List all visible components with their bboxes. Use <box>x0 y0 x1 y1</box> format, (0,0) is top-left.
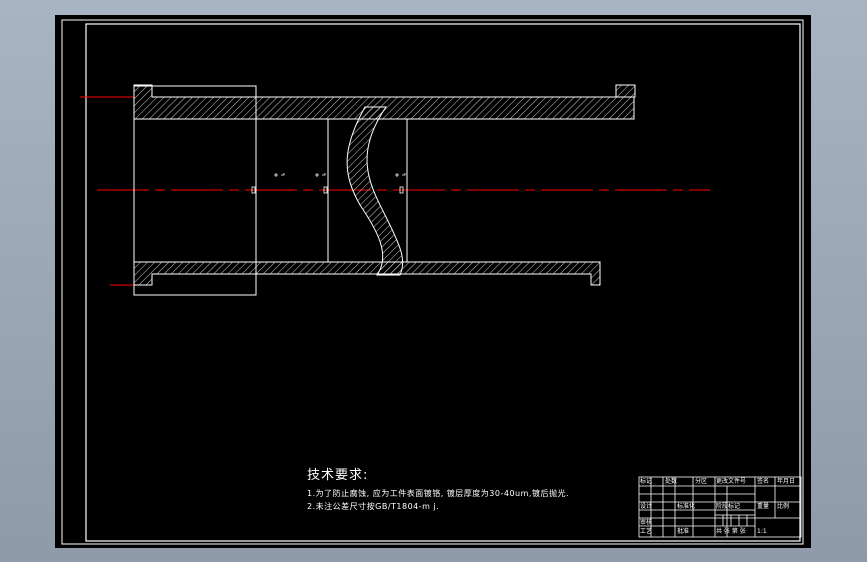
requirement-item-2: 2.未注公差尺寸按GB/T1804-m j. <box>307 502 440 511</box>
title-block-cell: 1:1 <box>757 528 767 535</box>
title-block-cell: 年月日 <box>777 478 796 485</box>
technical-requirements: 技术要求: 1.为了防止腐蚀, 应为工件表面镀铬, 镀层厚度为30-40um,镀… <box>307 464 569 513</box>
title-block-cell: 标记 <box>640 478 653 485</box>
lower-wall-section <box>133 261 601 286</box>
title-block-cell: 阶段标记 <box>716 503 741 510</box>
title-block-cell: 重量 <box>757 503 770 510</box>
upper-left-block <box>151 85 257 98</box>
title-block-cell: 分区 <box>695 478 708 485</box>
technical-requirements-title: 技术要求: <box>307 468 369 483</box>
title-block-cell: 比例 <box>777 503 790 510</box>
title-block-cell: 更改文件号 <box>716 478 747 485</box>
title-block-cell: 处数 <box>665 478 678 485</box>
title-block-cell: 工艺 <box>640 528 653 535</box>
title-block-cell: 审核 <box>640 519 653 526</box>
cad-viewport[interactable]: 技术要求: 1.为了防止腐蚀, 应为工件表面镀铬, 镀层厚度为30-40um,镀… <box>55 15 811 548</box>
title-block-cell: 设计 <box>640 503 653 510</box>
upper-wall-section <box>133 84 636 120</box>
title-block-cell: 签名 <box>757 478 770 485</box>
title-block-cell: 批准 <box>677 528 690 535</box>
requirement-item-1: 1.为了防止腐蚀, 应为工件表面镀铬, 镀层厚度为30-40um,镀后抛光. <box>307 489 569 498</box>
title-block-cell: 标准化 <box>677 503 696 510</box>
curved-web-section <box>346 106 404 276</box>
title-block-cell: 共 张 第 张 <box>716 528 746 535</box>
